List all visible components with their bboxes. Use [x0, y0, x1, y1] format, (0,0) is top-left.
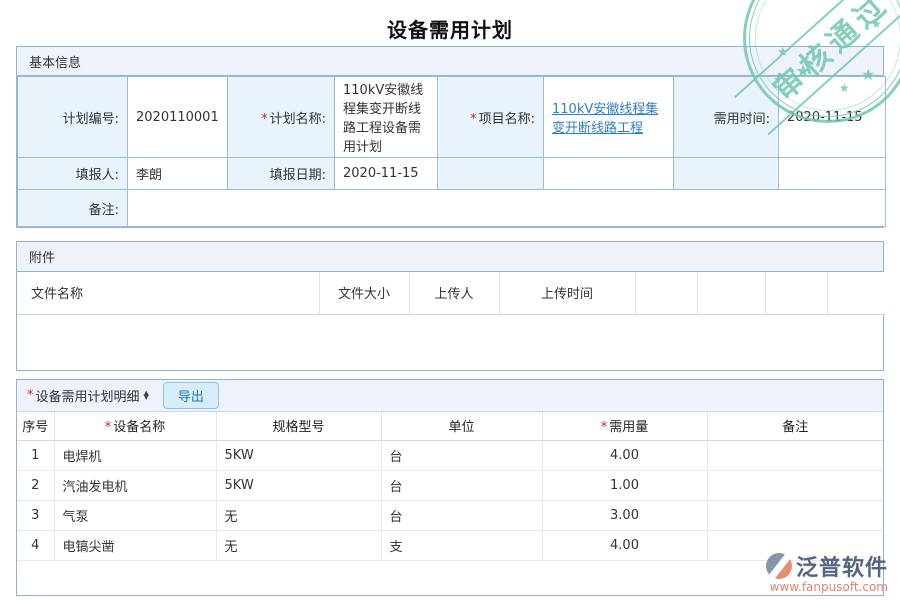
project-name-label-text: 项目名称: — [479, 112, 535, 127]
project-name-label: *项目名称: — [438, 77, 544, 158]
required-mark: * — [261, 112, 268, 127]
remark-value — [128, 190, 886, 227]
row-model: 无 — [216, 531, 381, 561]
row-unit: 台 — [381, 471, 542, 501]
attach-col-file-name: 文件名称 — [17, 272, 319, 314]
attach-col-empty — [697, 272, 765, 314]
sort-down-arrow-icon: ▼ — [144, 395, 149, 399]
row-no: 3 — [17, 501, 54, 531]
page-title: 设备需用计划 — [0, 0, 900, 46]
table-row: 3 气泵 无 台 3.00 — [17, 501, 883, 531]
detail-col-note: 备注 — [707, 412, 883, 441]
attach-col-file-size: 文件大小 — [319, 272, 409, 314]
required-mark: * — [601, 420, 608, 435]
plan-no-value: 2020110001 — [128, 77, 228, 158]
detail-section-header: * 设备需用计划明细 ▲ ▼ 导出 — [17, 380, 883, 412]
sort-toggle-icon[interactable]: ▲ ▼ — [144, 391, 149, 399]
need-time-value: 2020-11-15 — [779, 77, 886, 158]
row-name: 气泵 — [54, 501, 216, 531]
detail-section-title: 设备需用计划明细 — [36, 386, 140, 405]
detail-col-model: 规格型号 — [216, 412, 381, 441]
project-name-link[interactable]: 110kV安徽线程集变开断线路工程 — [552, 102, 658, 136]
basic-info-section-title: 基本信息 — [29, 52, 81, 71]
detail-col-qty: *需用量 — [542, 412, 707, 441]
empty-value-cell — [779, 158, 886, 190]
attach-col-uploader: 上传人 — [409, 272, 499, 314]
detail-col-unit: 单位 — [381, 412, 542, 441]
basic-info-table: 计划编号: 2020110001 *计划名称: 110kV安徽线程集变开断线路工… — [17, 76, 886, 227]
table-row: 2 汽油发电机 5KW 台 1.00 — [17, 471, 883, 501]
attachments-panel: 附件 文件名称 文件大小 上传人 上传时间 — [16, 241, 884, 371]
attachments-section-header: 附件 — [17, 242, 883, 272]
row-note — [707, 471, 883, 501]
detail-table: 序号 *设备名称 规格型号 单位 *需用量 备注 1 电焊机 5KW 台 4.0… — [17, 412, 883, 562]
row-name: 电镐尖凿 — [54, 531, 216, 561]
row-model: 无 — [216, 501, 381, 531]
detail-col-qty-text: 需用量 — [609, 420, 648, 435]
table-row: 4 电镐尖凿 无 支 4.00 — [17, 531, 883, 561]
row-unit: 台 — [381, 441, 542, 471]
attachments-table: 文件名称 文件大小 上传人 上传时间 — [17, 272, 885, 315]
reporter-value: 李朗 — [128, 158, 228, 190]
export-button[interactable]: 导出 — [163, 382, 219, 409]
plan-no-label: 计划编号: — [18, 77, 128, 158]
row-model: 5KW — [216, 441, 381, 471]
attach-col-empty — [635, 272, 697, 314]
detail-col-name-text: 设备名称 — [113, 420, 165, 435]
detail-panel: * 设备需用计划明细 ▲ ▼ 导出 序号 *设备名称 规格型号 单位 *需用量 … — [16, 379, 884, 596]
detail-col-name: *设备名称 — [54, 412, 216, 441]
row-no: 2 — [17, 471, 54, 501]
empty-label-cell — [674, 158, 779, 190]
row-unit: 支 — [381, 531, 542, 561]
row-name: 汽油发电机 — [54, 471, 216, 501]
attach-col-upload-time: 上传时间 — [499, 272, 635, 314]
need-time-label: 需用时间: — [674, 77, 779, 158]
attachments-empty-body — [17, 315, 883, 370]
report-date-value: 2020-11-15 — [335, 158, 438, 190]
report-date-label: 填报日期: — [228, 158, 335, 190]
row-note — [707, 501, 883, 531]
attach-col-empty — [765, 272, 827, 314]
plan-name-label: *计划名称: — [228, 77, 335, 158]
required-mark: * — [470, 112, 477, 127]
table-row: 1 电焊机 5KW 台 4.00 — [17, 441, 883, 471]
project-name-cell: 110kV安徽线程集变开断线路工程 — [544, 77, 674, 158]
basic-info-section-header: 基本信息 — [17, 47, 883, 76]
reporter-label: 填报人: — [18, 158, 128, 190]
plan-name-value: 110kV安徽线程集变开断线路工程设备需用计划 — [335, 77, 438, 158]
row-note — [707, 441, 883, 471]
row-qty: 3.00 — [542, 501, 707, 531]
row-name: 电焊机 — [54, 441, 216, 471]
detail-col-no: 序号 — [17, 412, 54, 441]
row-unit: 台 — [381, 501, 542, 531]
row-qty: 4.00 — [542, 441, 707, 471]
row-no: 4 — [17, 531, 54, 561]
empty-label-cell — [438, 158, 544, 190]
required-mark: * — [27, 388, 34, 403]
vendor-url: www.fanpusoft.com — [766, 580, 888, 594]
basic-info-panel: 基本信息 计划编号: 2020110001 *计划名称: 110kV安徽线程集变… — [16, 46, 884, 228]
row-qty: 4.00 — [542, 531, 707, 561]
remark-label: 备注: — [18, 190, 128, 227]
vendor-logo: 泛普软件 www.fanpusoft.com — [766, 550, 888, 594]
attachments-section-title: 附件 — [29, 247, 55, 266]
row-model: 5KW — [216, 471, 381, 501]
attach-col-empty — [827, 272, 885, 314]
vendor-name: 泛普软件 — [796, 550, 888, 582]
required-mark: * — [105, 420, 112, 435]
plan-name-label-text: 计划名称: — [270, 112, 326, 127]
row-qty: 1.00 — [542, 471, 707, 501]
empty-value-cell — [544, 158, 674, 190]
row-no: 1 — [17, 441, 54, 471]
fanpu-logo-icon — [766, 553, 792, 579]
